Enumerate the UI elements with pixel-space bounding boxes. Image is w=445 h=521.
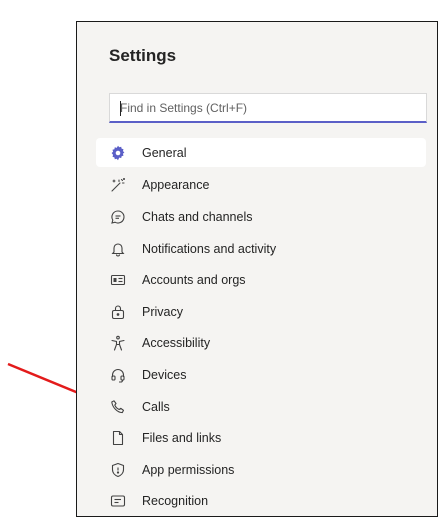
- menu-item-general[interactable]: General: [96, 138, 426, 167]
- bell-icon: [110, 241, 126, 257]
- lock-icon: [110, 304, 126, 320]
- menu-item-label: Privacy: [142, 304, 183, 319]
- menu-item-appearance[interactable]: Appearance: [96, 170, 426, 202]
- recognition-icon: [110, 493, 126, 509]
- file-icon: [110, 430, 126, 446]
- menu-item-privacy[interactable]: Privacy: [96, 296, 426, 328]
- shield-icon: [110, 462, 126, 478]
- menu-item-label: App permissions: [142, 462, 235, 477]
- menu-item-app-permissions[interactable]: App permissions: [96, 454, 426, 486]
- menu-item-accounts-and-orgs[interactable]: Accounts and orgs: [96, 264, 426, 296]
- phone-icon: [110, 399, 126, 415]
- menu-item-devices[interactable]: Devices: [96, 359, 426, 391]
- gear-icon: [110, 145, 126, 161]
- menu-item-label: Calls: [142, 399, 170, 414]
- search-input[interactable]: [109, 93, 427, 123]
- menu-item-label: Accessibility: [142, 336, 211, 351]
- menu-item-recognition[interactable]: Recognition: [96, 486, 426, 518]
- menu-item-chats-and-channels[interactable]: Chats and channels: [96, 201, 426, 233]
- menu-item-accessibility[interactable]: Accessibility: [96, 328, 426, 360]
- settings-panel: Settings General Appearance Chats and ch…: [76, 21, 438, 517]
- menu-item-label: Accounts and orgs: [142, 273, 246, 288]
- chat-icon: [110, 209, 126, 225]
- magic-wand-icon: [110, 177, 126, 193]
- menu-item-files-and-links[interactable]: Files and links: [96, 422, 426, 454]
- accessibility-icon: [110, 335, 126, 351]
- text-caret: [120, 101, 121, 116]
- headset-icon: [110, 367, 126, 383]
- menu-item-label: Chats and channels: [142, 209, 253, 224]
- menu-item-calls[interactable]: Calls: [96, 391, 426, 423]
- settings-menu: General Appearance Chats and channels No…: [96, 138, 426, 517]
- page-title: Settings: [109, 46, 177, 65]
- menu-item-label: Devices: [142, 367, 187, 382]
- menu-item-label: General: [142, 145, 187, 160]
- menu-item-notifications[interactable]: Notifications and activity: [96, 233, 426, 265]
- id-card-icon: [110, 272, 126, 288]
- menu-item-label: Recognition: [142, 494, 209, 509]
- menu-item-label: Notifications and activity: [142, 241, 277, 256]
- menu-item-label: Files and links: [142, 431, 222, 446]
- menu-item-label: Appearance: [142, 178, 210, 193]
